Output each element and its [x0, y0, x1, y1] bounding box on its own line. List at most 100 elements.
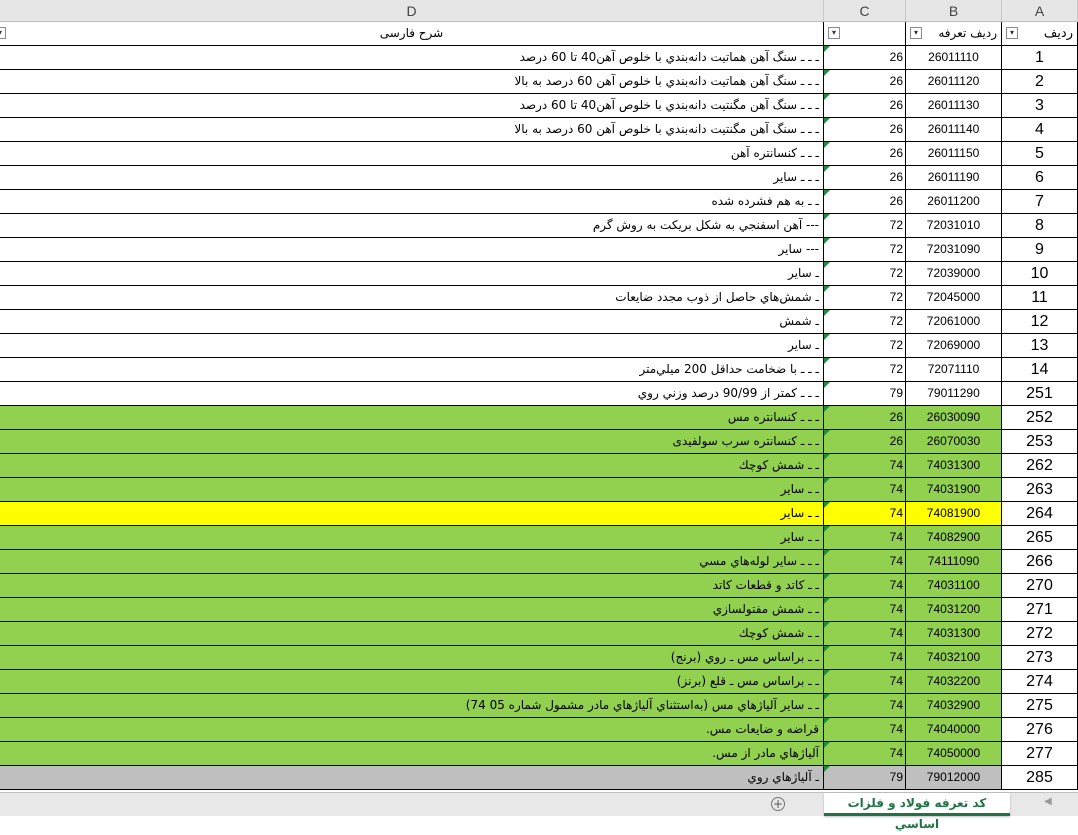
- cell-c[interactable]: 72: [824, 214, 906, 238]
- cell-description[interactable]: ـ ـ ـ ساير: [0, 166, 824, 190]
- cell-row-number[interactable]: 11: [1002, 286, 1078, 310]
- cell-tariff-code[interactable]: 26030090: [906, 406, 1002, 430]
- cell-row-number[interactable]: 7: [1002, 190, 1078, 214]
- cell-tariff-code[interactable]: 74032200: [906, 670, 1002, 694]
- cell-tariff-code[interactable]: 74031100: [906, 574, 1002, 598]
- cell-row-number[interactable]: 3: [1002, 94, 1078, 118]
- cell-row-number[interactable]: 14: [1002, 358, 1078, 382]
- cell-description[interactable]: ـ ساير: [0, 262, 824, 286]
- cell-c[interactable]: 74: [824, 598, 906, 622]
- cell-description[interactable]: ـ ساير: [0, 334, 824, 358]
- cell-tariff-code[interactable]: 72031010: [906, 214, 1002, 238]
- cell-c[interactable]: 26: [824, 46, 906, 70]
- cell-row-number[interactable]: 6: [1002, 166, 1078, 190]
- cell-c[interactable]: 26: [824, 142, 906, 166]
- cell-description[interactable]: --- آهن اسفنجي به شكل بريكت به روش گرم: [0, 214, 824, 238]
- cell-tariff-code[interactable]: 74081900: [906, 502, 1002, 526]
- cell-row-number[interactable]: 10: [1002, 262, 1078, 286]
- cell-description[interactable]: ـ ـ ـ سنگ آهن هماتيت دانه‌بندي با خلوص آ…: [0, 70, 824, 94]
- cell-row-number[interactable]: 270: [1002, 574, 1078, 598]
- cell-description[interactable]: قراضه و ضايعات مس.: [0, 718, 824, 742]
- cell-c[interactable]: 72: [824, 310, 906, 334]
- cell-tariff-code[interactable]: 74031900: [906, 478, 1002, 502]
- filter-dropdown-icon[interactable]: ▾: [0, 27, 6, 39]
- cell-description[interactable]: ـ آلياژهاي روي: [0, 766, 824, 790]
- column-header-b[interactable]: B: [906, 0, 1002, 22]
- cell-tariff-code[interactable]: 72071110: [906, 358, 1002, 382]
- cell-c[interactable]: 74: [824, 622, 906, 646]
- cell-row-number[interactable]: 277: [1002, 742, 1078, 766]
- cell-tariff-code[interactable]: 74040000: [906, 718, 1002, 742]
- cell-description[interactable]: ـ ـ ـ كنسانتره سرب سولفيدی: [0, 430, 824, 454]
- cell-row-number[interactable]: 264: [1002, 502, 1078, 526]
- cell-tariff-code[interactable]: 72045000: [906, 286, 1002, 310]
- cell-description[interactable]: ـ ـ به هم فشرده شده: [0, 190, 824, 214]
- cell-description[interactable]: ـ ـ ساير: [0, 478, 824, 502]
- cell-c[interactable]: 72: [824, 238, 906, 262]
- cell-description[interactable]: ـ شمش: [0, 310, 824, 334]
- cell-tariff-code[interactable]: 26011200: [906, 190, 1002, 214]
- cell-description[interactable]: ـ ـ ـ با ضخامت حداقل 200 ميلي‌متر: [0, 358, 824, 382]
- cell-row-number[interactable]: 13: [1002, 334, 1078, 358]
- cell-description[interactable]: ـ ـ شمش مفتولسازي: [0, 598, 824, 622]
- filter-dropdown-icon[interactable]: ▾: [910, 27, 922, 39]
- cell-c[interactable]: 26: [824, 406, 906, 430]
- cell-c[interactable]: 74: [824, 478, 906, 502]
- cell-c[interactable]: 74: [824, 502, 906, 526]
- cell-c[interactable]: 26: [824, 94, 906, 118]
- cell-c[interactable]: 26: [824, 118, 906, 142]
- filter-dropdown-icon[interactable]: ▾: [1006, 27, 1018, 39]
- cell-row-number[interactable]: 266: [1002, 550, 1078, 574]
- cell-tariff-code[interactable]: 26011190: [906, 166, 1002, 190]
- cell-row-number[interactable]: 273: [1002, 646, 1078, 670]
- cell-c[interactable]: 74: [824, 526, 906, 550]
- cell-description[interactable]: ـ ـ ـ كنسانتره آهن: [0, 142, 824, 166]
- cell-tariff-code[interactable]: 74031300: [906, 454, 1002, 478]
- cell-tariff-code[interactable]: 74082900: [906, 526, 1002, 550]
- column-header-d[interactable]: D: [0, 0, 824, 22]
- cell-c[interactable]: 74: [824, 550, 906, 574]
- cell-description[interactable]: ـ ـ ـ كنسانتره مس: [0, 406, 824, 430]
- cell-row-number[interactable]: 265: [1002, 526, 1078, 550]
- cell-c[interactable]: 74: [824, 742, 906, 766]
- cell-c[interactable]: 72: [824, 358, 906, 382]
- cell-c[interactable]: 79: [824, 766, 906, 790]
- scroll-right-icon[interactable]: ◀: [1044, 796, 1052, 807]
- cell-c[interactable]: 26: [824, 430, 906, 454]
- cell-description[interactable]: آلياژهاي مادر از مس.: [0, 742, 824, 766]
- cell-c[interactable]: 79: [824, 382, 906, 406]
- cell-c[interactable]: 26: [824, 190, 906, 214]
- cell-row-number[interactable]: 285: [1002, 766, 1078, 790]
- cell-row-number[interactable]: 272: [1002, 622, 1078, 646]
- cell-description[interactable]: ـ ـ ـ سنگ آهن مگنتيت دانه‌بندي با خلوص آ…: [0, 118, 824, 142]
- cell-c[interactable]: 74: [824, 670, 906, 694]
- cell-description[interactable]: ـ ـ ساير آلياژهاي مس (به‌استثناي آلياژها…: [0, 694, 824, 718]
- cell-description[interactable]: ـ ـ براساس مس ـ روي (برنج): [0, 646, 824, 670]
- cell-row-number[interactable]: 9: [1002, 238, 1078, 262]
- cell-description[interactable]: ـ ـ ساير: [0, 526, 824, 550]
- spreadsheet-grid[interactable]: D C B A ▾ شرح فارسی ▾ ▾ رديف تعرفه ▾ ردي…: [0, 0, 1078, 792]
- cell-row-number[interactable]: 263: [1002, 478, 1078, 502]
- cell-row-number[interactable]: 253: [1002, 430, 1078, 454]
- cell-c[interactable]: 74: [824, 718, 906, 742]
- cell-tariff-code[interactable]: 26011110: [906, 46, 1002, 70]
- cell-tariff-code[interactable]: 72069000: [906, 334, 1002, 358]
- cell-c[interactable]: 26: [824, 70, 906, 94]
- header-cell-tariff[interactable]: ▾ رديف تعرفه: [906, 22, 1002, 46]
- cell-tariff-code[interactable]: 74031200: [906, 598, 1002, 622]
- cell-description[interactable]: ـ ـ شمش كوچك: [0, 622, 824, 646]
- sheet-tab-active[interactable]: كد تعرفه فولاد و فلزات اساسي: [824, 793, 1010, 831]
- cell-row-number[interactable]: 276: [1002, 718, 1078, 742]
- cell-row-number[interactable]: 274: [1002, 670, 1078, 694]
- cell-description[interactable]: ـ ـ شمش كوچك: [0, 454, 824, 478]
- cell-row-number[interactable]: 262: [1002, 454, 1078, 478]
- cell-tariff-code[interactable]: 26011150: [906, 142, 1002, 166]
- cell-row-number[interactable]: 8: [1002, 214, 1078, 238]
- cell-row-number[interactable]: 2: [1002, 70, 1078, 94]
- cell-c[interactable]: 72: [824, 334, 906, 358]
- header-cell-row[interactable]: ▾ رديف: [1002, 22, 1078, 46]
- cell-description[interactable]: ـ ـ ساير: [0, 502, 824, 526]
- cell-tariff-code[interactable]: 72039000: [906, 262, 1002, 286]
- header-cell-description[interactable]: ▾ شرح فارسی: [0, 22, 824, 46]
- cell-tariff-code[interactable]: 26070030: [906, 430, 1002, 454]
